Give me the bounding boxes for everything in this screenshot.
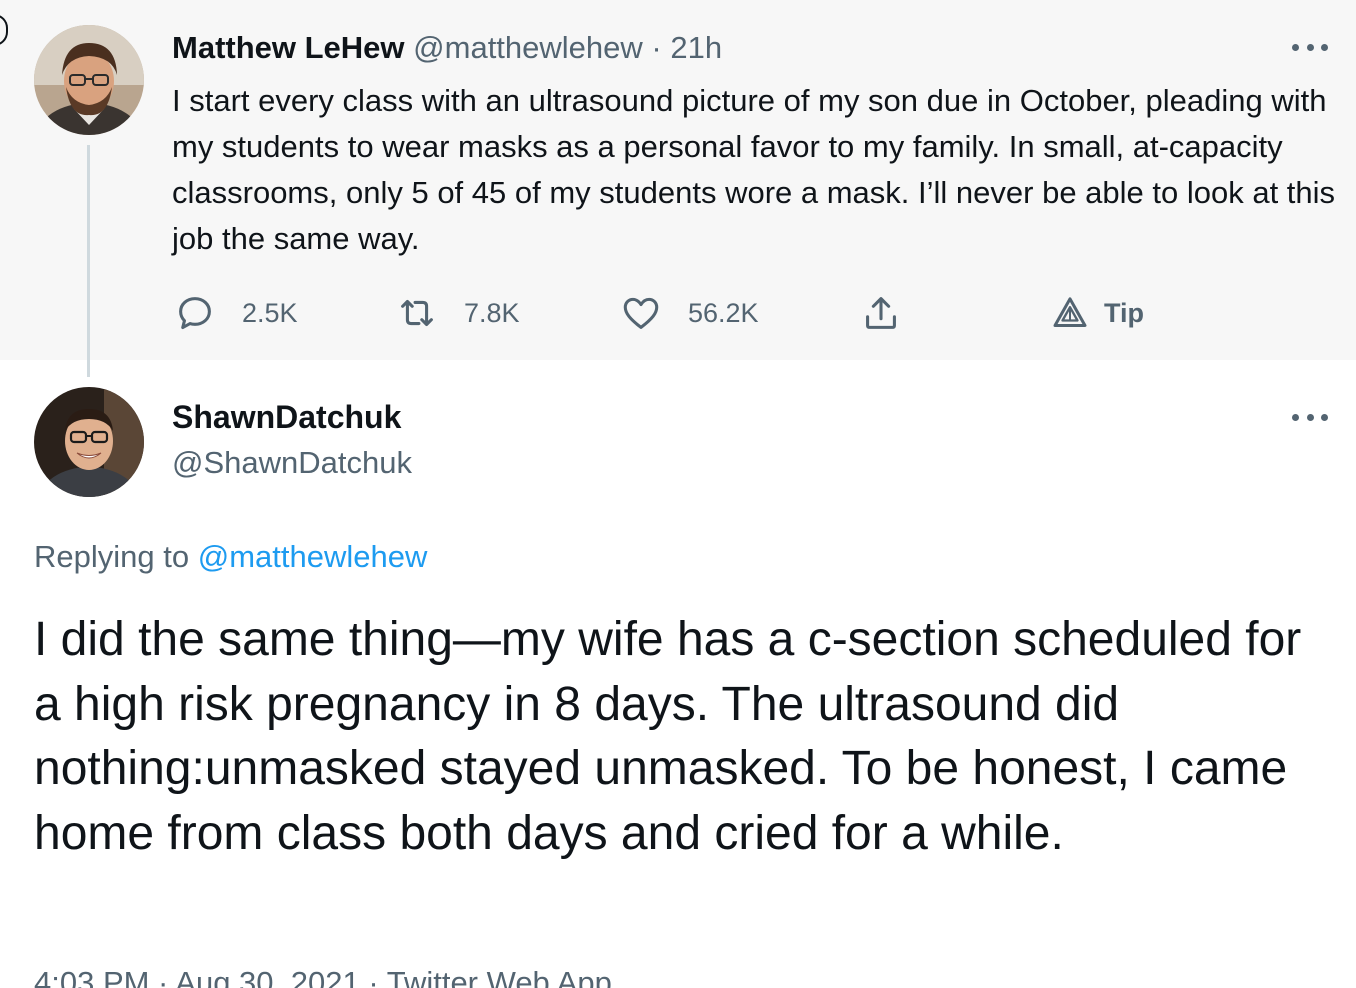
share-upload-icon [866,297,896,329]
author-handle-text[interactable]: @matthewlehew [413,30,643,65]
reply-timestamp[interactable]: 4:03 PM · Aug 30, 2021 · Twitter Web App [34,962,612,988]
tweet-thread-view: Matthew LeHew @matthewlehew · 21h I star… [0,0,1356,988]
replying-to-mention[interactable]: @matthewlehew [198,539,428,574]
more-dots-icon [1292,413,1299,421]
more-dot [1306,43,1314,51]
parent-tweet-header: Matthew LeHew @matthewlehew · 21h [172,28,722,68]
tip-label: Tip [1104,297,1144,328]
retweet-button[interactable]: 7.8K [394,290,520,336]
reply-author-handle[interactable]: @ShawnDatchuk [172,442,412,484]
reply-author-name[interactable]: ShawnDatchuk [172,396,401,438]
tip-button[interactable]: Tip [1050,290,1144,336]
retweet-icon [401,299,433,327]
reply-count: 2.5K [242,297,298,328]
reply-bubble-icon [179,297,211,330]
author-handle[interactable]: @matthewlehew · 21h [413,30,722,65]
avatar-shawn-datchuk[interactable] [34,387,144,497]
reply-button[interactable]: 2.5K [172,290,298,336]
avatar-image [34,387,144,497]
more-options-button[interactable] [1292,40,1328,54]
reply-tweet-text: I did the same thing—my wife has a c-sec… [34,613,1302,860]
avatar-image [34,25,144,135]
author-name[interactable]: Matthew LeHew [172,30,405,65]
more-dot [1306,413,1314,421]
reply-more-options-button[interactable] [1292,410,1328,424]
share-button[interactable] [858,290,904,336]
like-count: 56.2K [688,297,759,328]
thread-connector-line [87,145,90,377]
header-separator: · [642,30,671,65]
heart-icon [623,297,659,329]
parent-tweet-text: I start every class with an ultrasound p… [172,83,1336,256]
tip-triangle-icon [1053,297,1087,327]
replying-to-line: Replying to @matthewlehew [34,536,427,578]
more-dot [1321,413,1328,421]
more-dots-icon [1292,43,1299,51]
avatar-matthew-lehew[interactable] [34,25,144,135]
more-dot [1321,43,1328,51]
like-button[interactable]: 56.2K [618,290,759,336]
tweet-time[interactable]: 21h [670,30,722,65]
replying-to-prefix: Replying to [34,539,198,574]
tweet-actions: 2.5K 7.8K 56.2K Tip [172,290,1172,336]
retweet-count: 7.8K [464,297,520,328]
